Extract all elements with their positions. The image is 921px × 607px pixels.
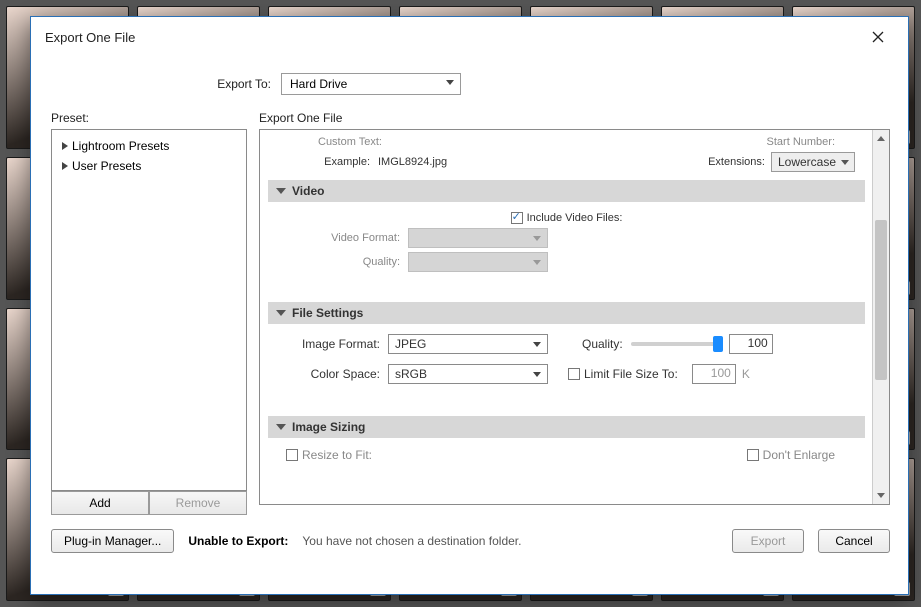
close-icon [872, 31, 884, 43]
settings-pane: Custom Text: Start Number: Example: IMGL… [259, 129, 890, 505]
export-dialog: Export One File Export To: Hard Drive Pr… [30, 16, 909, 595]
image-format-select[interactable]: JPEG [388, 334, 548, 354]
error-title: Unable to Export: [188, 534, 288, 548]
resize-label: Resize to Fit: [302, 448, 372, 462]
export-to-select[interactable]: Hard Drive [281, 73, 461, 95]
export-button[interactable]: Export [732, 529, 804, 553]
error-message: You have not chosen a destination folder… [302, 534, 521, 548]
scrollbar[interactable] [872, 130, 889, 504]
limit-file-size-checkbox[interactable] [568, 368, 580, 380]
extensions-select[interactable]: Lowercase [771, 152, 855, 172]
chevron-down-icon [276, 310, 286, 316]
preset-item-label: Lightroom Presets [72, 139, 169, 153]
preset-item[interactable]: User Presets [56, 156, 242, 176]
color-space-select[interactable]: sRGB [388, 364, 548, 384]
section-image-sizing[interactable]: Image Sizing [268, 416, 865, 438]
export-to-row: Export To: Hard Drive [51, 73, 890, 95]
chevron-down-icon [446, 80, 454, 85]
example-label: Example: [268, 156, 378, 168]
dont-enlarge-checkbox[interactable] [747, 449, 759, 461]
video-format-select [408, 228, 548, 248]
limit-file-size-input[interactable]: 100 [692, 364, 736, 384]
chevron-down-icon [276, 188, 286, 194]
color-space-label: Color Space: [268, 367, 388, 381]
export-to-label: Export To: [51, 77, 271, 91]
add-preset-button[interactable]: Add [51, 491, 149, 515]
quality-slider[interactable] [631, 342, 721, 346]
titlebar: Export One File [31, 17, 908, 55]
remove-preset-button[interactable]: Remove [149, 491, 247, 515]
scroll-up-icon[interactable] [873, 130, 889, 147]
slider-handle[interactable] [713, 336, 723, 352]
dialog-title: Export One File [45, 30, 135, 45]
video-format-label: Video Format: [268, 232, 408, 244]
dont-enlarge-label: Don't Enlarge [763, 448, 835, 462]
resize-checkbox[interactable] [286, 449, 298, 461]
preset-label: Preset: [51, 111, 247, 125]
quality-label: Quality: [582, 337, 623, 351]
image-format-label: Image Format: [268, 337, 388, 351]
include-video-label: Include Video Files: [527, 212, 623, 224]
settings-label: Export One File [259, 111, 890, 125]
example-value: IMGL8924.jpg [378, 156, 447, 168]
scroll-thumb[interactable] [875, 220, 887, 380]
chevron-down-icon [276, 424, 286, 430]
include-video-checkbox[interactable] [511, 212, 523, 224]
extensions-label: Extensions: [708, 156, 765, 168]
close-button[interactable] [858, 23, 898, 51]
section-title: File Settings [292, 306, 363, 320]
plugin-manager-button[interactable]: Plug-in Manager... [51, 529, 174, 553]
quality-input[interactable]: 100 [729, 334, 773, 354]
section-title: Image Sizing [292, 420, 365, 434]
video-quality-label: Quality: [268, 256, 408, 268]
preset-list[interactable]: Lightroom Presets User Presets [51, 129, 247, 491]
limit-file-size-label: Limit File Size To: [584, 367, 678, 381]
section-video[interactable]: Video [268, 180, 865, 202]
section-title: Video [292, 184, 324, 198]
video-quality-select [408, 252, 548, 272]
limit-file-size-unit: K [742, 367, 750, 381]
preset-item-label: User Presets [72, 159, 141, 173]
bottom-bar: Plug-in Manager... Unable to Export: You… [51, 529, 890, 553]
section-file-settings[interactable]: File Settings [268, 302, 865, 324]
scroll-down-icon[interactable] [873, 487, 889, 504]
chevron-right-icon [62, 142, 68, 150]
start-number-label: Start Number: [767, 136, 835, 148]
cancel-button[interactable]: Cancel [818, 529, 890, 553]
custom-text-label: Custom Text: [318, 136, 382, 148]
preset-item[interactable]: Lightroom Presets [56, 136, 242, 156]
chevron-right-icon [62, 162, 68, 170]
export-to-value: Hard Drive [290, 77, 347, 91]
